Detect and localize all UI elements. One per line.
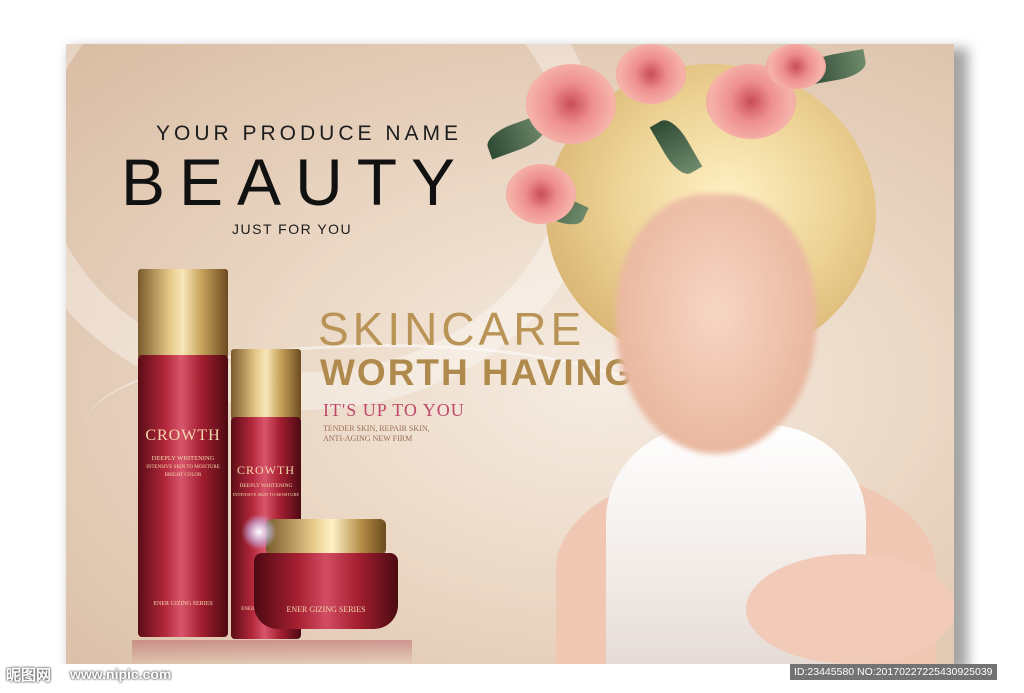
jar-label: ENER GIZING SERIES	[286, 605, 366, 614]
watermark-url: www.nipic.com	[70, 666, 172, 682]
bottle-glass: CROWTH DEEPLY WHITENING INTENSIVE SKIN T…	[138, 355, 228, 637]
bottle-line3: BRIGHT COLOR	[164, 473, 202, 478]
produce-name-text: YOUR PRODUCE NAME	[156, 122, 463, 145]
bottle-series: ENER GIZING SERIES	[153, 601, 213, 607]
bottle-line2: INTENSIVE SKIN TO MOISTURE	[232, 492, 300, 497]
bottle-cap	[138, 269, 228, 357]
product-reflection	[132, 640, 412, 664]
poster: YOUR PRODUCE NAME BEAUTY JUST FOR YOU SK…	[66, 44, 954, 664]
flower-icon	[616, 44, 686, 104]
watermark-id: ID:23445580 NO:20170227225430925039	[790, 664, 997, 680]
jar-body: ENER GIZING SERIES	[254, 553, 398, 629]
lens-flare	[241, 514, 277, 550]
bottle-cap	[231, 349, 301, 419]
up-to-you-text: IT'S UP TO YOU	[323, 400, 465, 420]
flower-icon	[506, 164, 576, 224]
bottle-line1: DEEPLY WHITENING	[151, 455, 215, 462]
watermark-logo: 昵图网	[6, 667, 52, 684]
large-bottle: CROWTH DEEPLY WHITENING INTENSIVE SKIN T…	[138, 269, 228, 639]
flower-icon	[526, 64, 616, 144]
model-face	[616, 194, 816, 454]
beauty-headline: BEAUTY	[121, 145, 470, 219]
bottle-brand: CROWTH	[237, 463, 295, 477]
jar-lid	[266, 519, 386, 555]
just-for-you-text: JUST FOR YOU	[232, 221, 353, 237]
model-image	[466, 44, 954, 664]
bottle-line2: INTENSIVE SKIN TO MOISTURE	[146, 465, 220, 470]
bottle-line1: DEEPLY WHITENING	[239, 483, 293, 489]
model-arm	[746, 554, 954, 664]
flower-icon	[766, 44, 826, 89]
bottle-brand: CROWTH	[145, 427, 221, 444]
